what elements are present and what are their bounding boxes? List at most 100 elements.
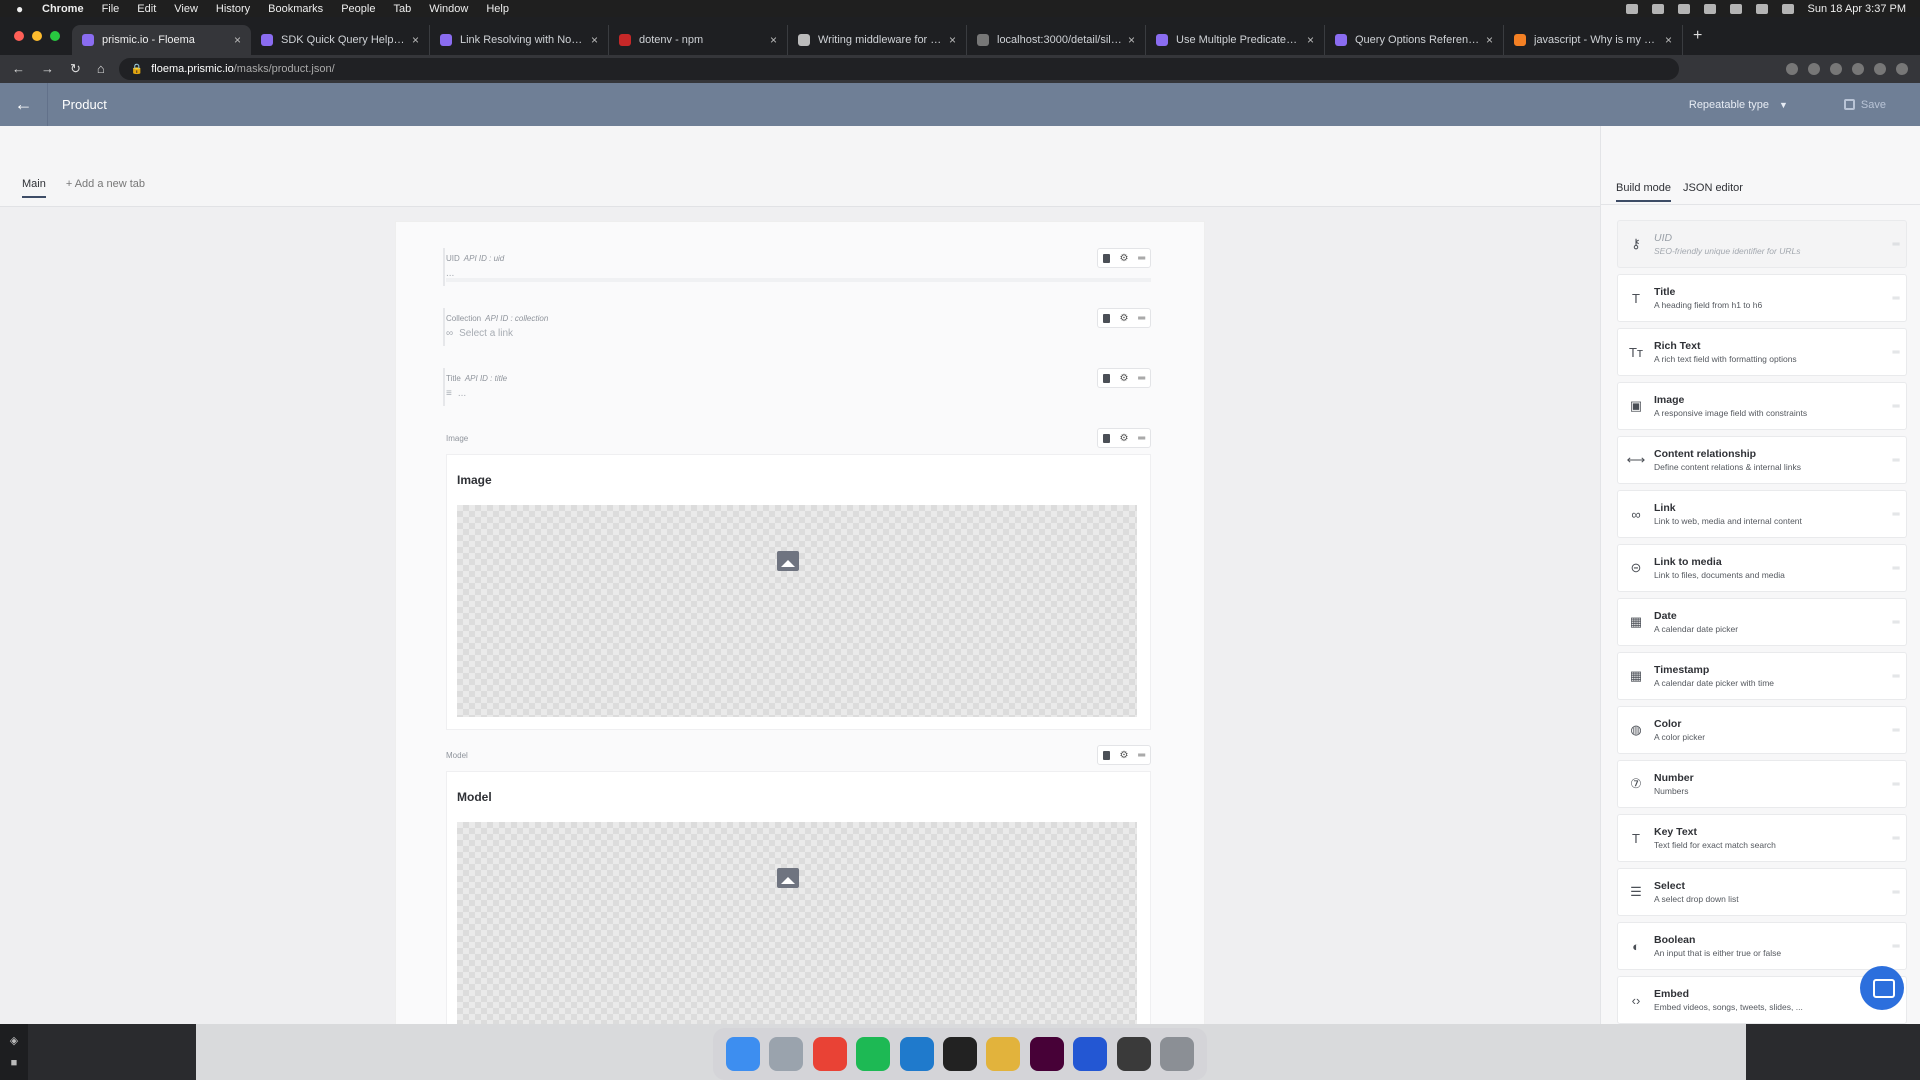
new-tab-button[interactable]: +: [1693, 27, 1702, 45]
close-window-button[interactable]: [14, 31, 24, 41]
type-dropdown[interactable]: Repeatable type ▼: [1689, 99, 1788, 111]
puzzle-icon[interactable]: [1874, 63, 1886, 75]
browser-tab[interactable]: Use Multiple Predicates in Jav ×: [1146, 25, 1325, 55]
url-bar[interactable]: 🔒 floema.prismic.io/masks/product.json/: [118, 58, 1679, 80]
menu-file[interactable]: File: [102, 3, 120, 15]
close-tab-icon[interactable]: ×: [949, 33, 956, 47]
image-placeholder[interactable]: [457, 822, 1137, 1034]
wifi-icon[interactable]: [1703, 3, 1716, 14]
close-tab-icon[interactable]: ×: [591, 33, 598, 47]
dock-finder-icon[interactable]: [725, 1037, 760, 1071]
menu-edit[interactable]: Edit: [137, 3, 156, 15]
save-button[interactable]: Save: [1843, 99, 1886, 111]
close-tab-icon[interactable]: ×: [412, 33, 419, 47]
status-icon[interactable]: [1677, 3, 1690, 14]
battery-icon[interactable]: [1729, 3, 1742, 14]
drag-handle-icon[interactable]: ═: [1886, 509, 1906, 520]
status-icon[interactable]: [1651, 3, 1664, 14]
browser-tab[interactable]: prismic.io - Floema ×: [72, 25, 251, 55]
control-center-icon[interactable]: [1781, 3, 1794, 14]
close-tab-icon[interactable]: ×: [1665, 33, 1672, 47]
delete-icon[interactable]: [1102, 313, 1110, 323]
field-type-link[interactable]: ∞ Link Link to web, media and internal con…: [1617, 490, 1907, 538]
extension-icon[interactable]: [1830, 63, 1842, 75]
close-tab-icon[interactable]: ×: [1486, 33, 1493, 47]
delete-icon[interactable]: [1102, 750, 1110, 760]
close-tab-icon[interactable]: ×: [1128, 33, 1135, 47]
gear-icon[interactable]: ⚙: [1119, 433, 1128, 444]
drag-handle-icon[interactable]: ═: [1886, 671, 1906, 682]
forward-icon[interactable]: →: [41, 61, 54, 77]
drag-handle-icon[interactable]: ═: [1886, 563, 1906, 574]
browser-tab[interactable]: dotenv - npm ×: [609, 25, 788, 55]
field-type-number[interactable]: ⑦ Number Numbers ═: [1617, 760, 1907, 808]
drag-handle-icon[interactable]: ═: [1886, 779, 1906, 790]
gear-icon[interactable]: ⚙: [1119, 750, 1128, 761]
layers-icon[interactable]: ◈: [0, 1034, 28, 1047]
browser-tab[interactable]: Writing middleware for use in E ×: [788, 25, 967, 55]
field-title[interactable]: Title API ID : title ≡... ⚙ ═: [443, 368, 1151, 406]
tab-json-editor[interactable]: JSON editor: [1683, 182, 1743, 202]
drag-handle-icon[interactable]: ═: [1886, 941, 1906, 952]
drag-handle-icon[interactable]: ═: [1886, 401, 1906, 412]
drag-handle-icon[interactable]: ═: [1886, 347, 1906, 358]
extension-icon[interactable]: [1808, 63, 1820, 75]
drag-handle-icon[interactable]: ═: [1138, 253, 1145, 264]
drag-handle-icon[interactable]: ═: [1138, 750, 1145, 761]
gear-icon[interactable]: ⚙: [1119, 253, 1128, 264]
dock-adobe-xd-icon[interactable]: [1029, 1037, 1064, 1071]
menu-window[interactable]: Window: [429, 3, 468, 15]
drag-handle-icon[interactable]: ═: [1138, 433, 1145, 444]
drag-handle-icon[interactable]: ═: [1886, 725, 1906, 736]
minimize-window-button[interactable]: [32, 31, 42, 41]
field-type-rich-text[interactable]: Tт Rich Text A rich text field with format…: [1617, 328, 1907, 376]
menu-bookmarks[interactable]: Bookmarks: [268, 3, 323, 15]
browser-tab[interactable]: localhost:3000/detail/silver-ne ×: [967, 25, 1146, 55]
drag-handle-icon[interactable]: ═: [1886, 617, 1906, 628]
field-type-color[interactable]: ◍ Color A color picker ═: [1617, 706, 1907, 754]
field-type-timestamp[interactable]: ▦ Timestamp A calendar date picker with ti…: [1617, 652, 1907, 700]
dock-maps-icon[interactable]: [1073, 1037, 1108, 1071]
browser-tab[interactable]: Link Resolving with Node.js - P ×: [430, 25, 609, 55]
add-tab-button[interactable]: + Add a new tab: [66, 178, 145, 198]
drag-handle-icon[interactable]: ═: [1138, 373, 1145, 384]
clock[interactable]: Sun 18 Apr 3:37 PM: [1808, 3, 1906, 15]
apple-icon[interactable]: ●: [16, 2, 30, 16]
browser-tab[interactable]: SDK Quick Query Helper funct ×: [251, 25, 430, 55]
dock-quicktime-icon[interactable]: [1116, 1037, 1151, 1071]
field-type-title[interactable]: T Title A heading field from h1 to h6 ═: [1617, 274, 1907, 322]
delete-icon[interactable]: [1102, 433, 1110, 443]
status-icon[interactable]: [1625, 3, 1638, 14]
lock-icon[interactable]: 🔒: [131, 64, 143, 75]
delete-icon[interactable]: [1102, 373, 1110, 383]
reload-icon[interactable]: ↻: [70, 61, 81, 77]
delete-icon[interactable]: [1102, 253, 1110, 263]
zoom-window-button[interactable]: [50, 31, 60, 41]
bookmark-star-icon[interactable]: [1786, 63, 1798, 75]
close-tab-icon[interactable]: ×: [1307, 33, 1314, 47]
field-value[interactable]: ∞ Select a link: [446, 328, 1151, 339]
field-image[interactable]: Image ⚙ ═ Image: [446, 428, 1151, 734]
profile-avatar[interactable]: [1896, 63, 1908, 75]
dock-slack-icon[interactable]: [986, 1037, 1021, 1071]
dock-chrome-icon[interactable]: [812, 1037, 847, 1071]
menu-people[interactable]: People: [341, 3, 375, 15]
tab-build-mode[interactable]: Build mode: [1616, 182, 1672, 202]
drag-handle-icon[interactable]: ═: [1886, 833, 1906, 844]
back-icon[interactable]: ←: [12, 61, 25, 77]
menu-history[interactable]: History: [216, 3, 250, 15]
field-type-image[interactable]: ▣ Image A responsive image field with cons…: [1617, 382, 1907, 430]
drag-handle-icon[interactable]: ═: [1886, 887, 1906, 898]
field-type-select[interactable]: ☰ Select A select drop down list ═: [1617, 868, 1907, 916]
drag-handle-icon[interactable]: ═: [1886, 293, 1906, 304]
home-icon[interactable]: ⌂: [97, 61, 105, 77]
extension-icon[interactable]: [1852, 63, 1864, 75]
field-type-boolean[interactable]: ◐ Boolean An input that is either true or …: [1617, 922, 1907, 970]
dock-spotify-icon[interactable]: [856, 1037, 891, 1071]
back-arrow-icon[interactable]: ←: [0, 83, 48, 126]
search-icon[interactable]: [1755, 3, 1768, 14]
field-type-uid[interactable]: ⚷ UID SEO-friendly unique identifier for U…: [1617, 220, 1907, 268]
menu-app[interactable]: Chrome: [42, 3, 84, 15]
dock-launchpad-icon[interactable]: [769, 1037, 804, 1071]
field-type-content-relationship[interactable]: ⟷ Content relationship Define content rela…: [1617, 436, 1907, 484]
